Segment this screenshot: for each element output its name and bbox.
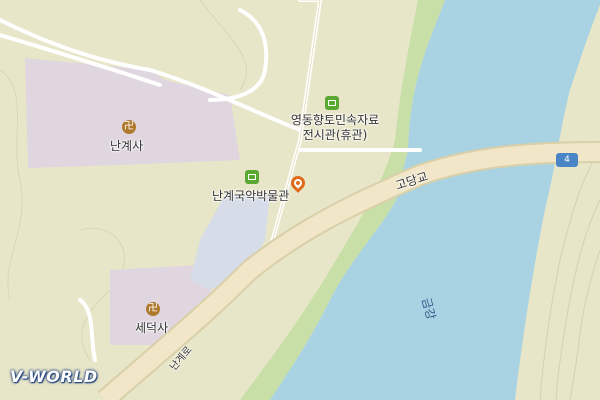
- poi-label-nangyesa[interactable]: 난계사: [110, 137, 143, 154]
- poi-label-nangye-museum[interactable]: 난계국악박물관: [212, 187, 289, 204]
- route-shield-icon: 4: [556, 153, 578, 167]
- temple-icon[interactable]: 卍: [122, 120, 136, 134]
- temple-icon[interactable]: 卍: [146, 302, 160, 316]
- map-base-layer: [0, 0, 600, 400]
- poi-label-sedeoksa[interactable]: 세덕사: [135, 319, 168, 336]
- museum-icon[interactable]: [245, 170, 259, 184]
- poi-label-yeongdong-museum[interactable]: 영동향토민속자료 전시관(휴관): [285, 113, 385, 143]
- map-view[interactable]: 영동향토민속자료 전시관(휴관) 卍 난계사 난계국악박물관 卍 세덕사 고당교…: [0, 0, 600, 400]
- poi-label-line1: 영동향토민속자료: [290, 113, 380, 127]
- vworld-logo: V-WORLD: [10, 367, 98, 386]
- museum-icon[interactable]: [325, 96, 339, 110]
- poi-label-line2: 전시관(휴관): [302, 128, 368, 142]
